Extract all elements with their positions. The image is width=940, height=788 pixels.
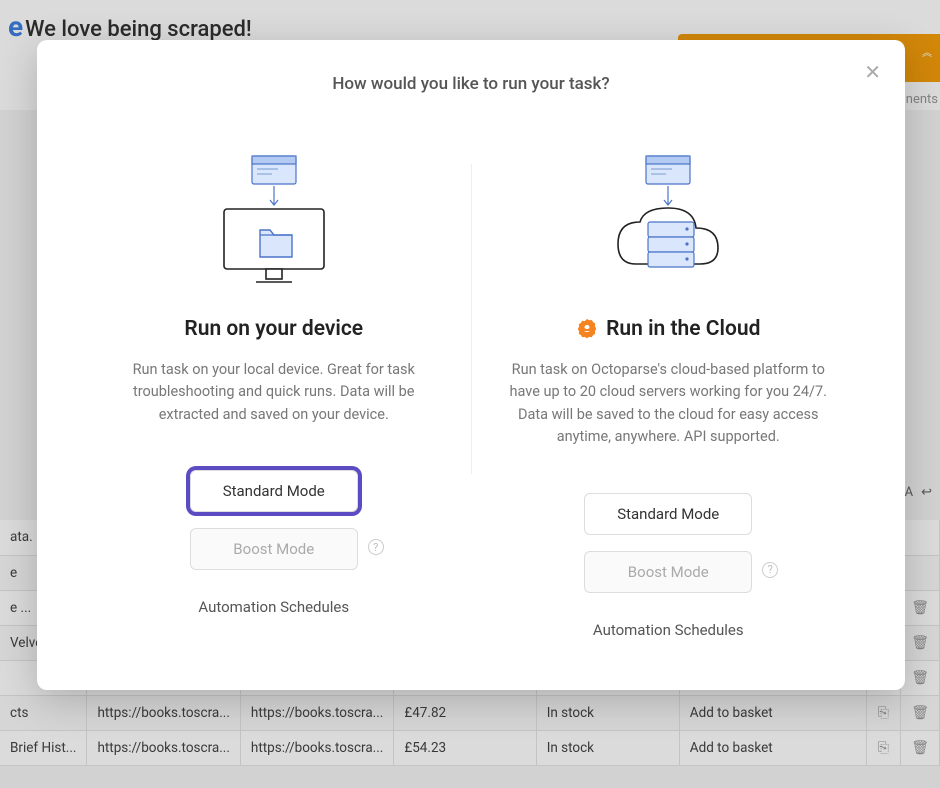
cloud-illustration	[608, 154, 728, 289]
cloud-standard-mode-button[interactable]: Standard Mode	[584, 493, 752, 535]
cloud-automation-schedules-link[interactable]: Automation Schedules	[593, 621, 744, 639]
device-description: Run task on your local device. Great for…	[105, 359, 443, 426]
cloud-boost-mode-button[interactable]: Boost Mode	[584, 551, 752, 593]
run-device-option: Run on your device Run task on your loca…	[77, 154, 471, 664]
premium-badge-icon	[576, 318, 598, 340]
device-heading: Run on your device	[184, 317, 363, 341]
help-icon[interactable]: ?	[368, 539, 384, 555]
device-automation-schedules-link[interactable]: Automation Schedules	[198, 598, 349, 616]
run-cloud-option: Run in the Cloud Run task on Octoparse's…	[472, 154, 866, 664]
device-boost-mode-button[interactable]: Boost Mode	[190, 528, 358, 570]
cloud-description: Run task on Octoparse's cloud-based plat…	[500, 359, 838, 449]
close-icon[interactable]: ✕	[864, 62, 881, 82]
device-illustration	[214, 154, 334, 289]
run-task-modal: ✕ How would you like to run your task?	[37, 40, 905, 690]
cloud-heading-label: Run in the Cloud	[606, 317, 760, 341]
cloud-heading: Run in the Cloud	[576, 317, 760, 341]
device-standard-mode-button[interactable]: Standard Mode	[190, 470, 358, 512]
modal-title: How would you like to run your task?	[77, 74, 865, 94]
help-icon[interactable]: ?	[762, 562, 778, 578]
